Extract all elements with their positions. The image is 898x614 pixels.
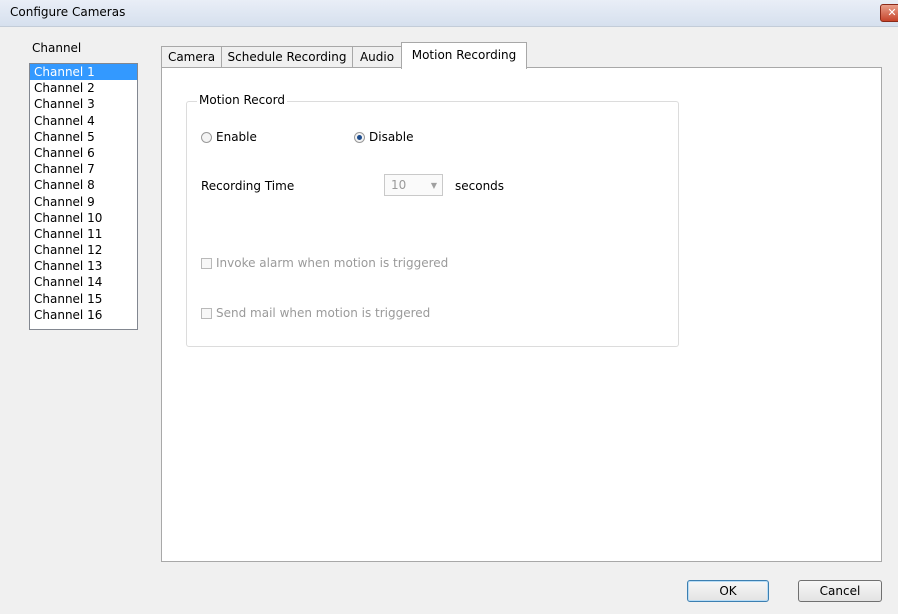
seconds-label: seconds — [455, 179, 505, 193]
window-title: Configure Cameras — [10, 5, 126, 19]
ok-button[interactable]: OK — [687, 580, 769, 602]
channel-item[interactable]: Channel 6 — [30, 145, 137, 161]
channel-item[interactable]: Channel 13 — [30, 258, 137, 274]
channel-item[interactable]: Channel 2 — [30, 80, 137, 96]
channel-item[interactable]: Channel 15 — [30, 291, 137, 307]
channel-item[interactable]: Channel 14 — [30, 274, 137, 290]
channel-item[interactable]: Channel 1 — [30, 64, 137, 81]
enable-radio[interactable]: Enable — [201, 130, 257, 144]
channel-item[interactable]: Channel 12 — [30, 242, 137, 258]
channel-item[interactable]: Channel 3 — [30, 96, 137, 112]
chevron-down-icon: ▼ — [430, 181, 437, 190]
tab-schedule-recording[interactable]: Schedule Recording — [221, 46, 353, 68]
channel-item[interactable]: Channel 9 — [30, 194, 137, 210]
close-icon[interactable]: ✕ — [880, 4, 898, 22]
recording-time-value: 10 — [391, 178, 407, 192]
channel-list[interactable]: Channel 1 Channel 2 Channel 3 Channel 4 … — [29, 63, 138, 330]
enable-label: Enable — [216, 130, 257, 144]
checkbox-icon — [201, 257, 212, 269]
channel-item[interactable]: Channel 7 — [30, 161, 137, 177]
disable-radio[interactable]: Disable — [354, 130, 414, 144]
tab-audio[interactable]: Audio — [352, 46, 402, 68]
channel-item[interactable]: Channel 4 — [30, 113, 137, 129]
title-bar: Configure Cameras ✕ — [0, 0, 898, 27]
radio-unchecked-icon — [201, 131, 212, 143]
invoke-alarm-label: Invoke alarm when motion is triggered — [216, 256, 449, 270]
motion-record-legend: Motion Record — [197, 93, 287, 107]
channel-item[interactable]: Channel 11 — [30, 226, 137, 242]
send-mail-checkbox[interactable]: Send mail when motion is triggered — [201, 306, 430, 320]
checkbox-icon — [201, 307, 212, 319]
tab-camera[interactable]: Camera — [161, 46, 222, 68]
channel-item[interactable]: Channel 10 — [30, 210, 137, 226]
recording-time-label: Recording Time — [201, 179, 295, 193]
tab-motion-recording[interactable]: Motion Recording — [401, 42, 527, 69]
cancel-button[interactable]: Cancel — [798, 580, 882, 602]
disable-label: Disable — [369, 130, 414, 144]
invoke-alarm-checkbox[interactable]: Invoke alarm when motion is triggered — [201, 256, 448, 270]
radio-checked-icon — [354, 131, 365, 143]
channel-item[interactable]: Channel 5 — [30, 129, 137, 145]
recording-time-select[interactable]: 10 ▼ — [384, 174, 443, 196]
channel-item[interactable]: Channel 16 — [30, 307, 137, 323]
channel-item[interactable]: Channel 8 — [30, 177, 137, 193]
send-mail-label: Send mail when motion is triggered — [216, 306, 431, 320]
channel-label: Channel — [32, 41, 82, 55]
